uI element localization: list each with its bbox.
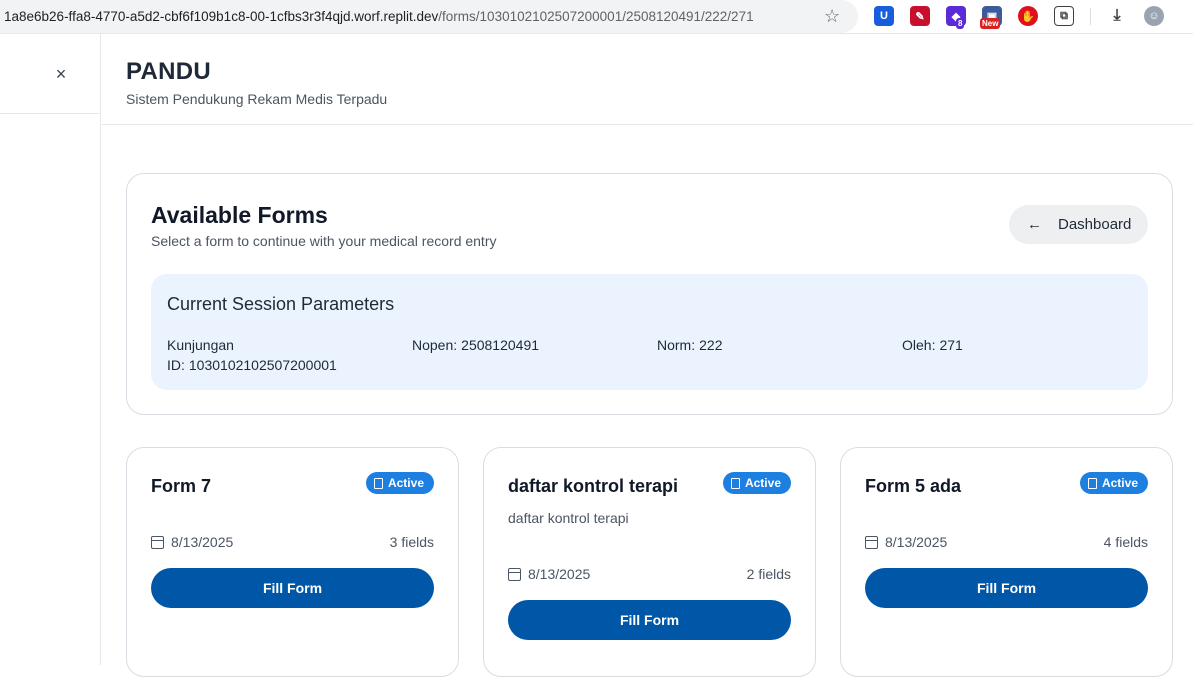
pen-extension-icon[interactable]: ✎ <box>910 6 930 26</box>
app-header: PANDU Sistem Pendukung Rekam Medis Terpa… <box>102 34 1193 125</box>
param-label: Norm: <box>657 337 696 353</box>
form-title: daftar kontrol terapi <box>508 476 679 496</box>
form-meta: 8/13/2025 4 fields <box>865 534 1148 550</box>
new-badge: New <box>980 18 1001 29</box>
param-label: Nopen: <box>412 337 458 353</box>
param-nopen: Nopen: 2508120491 <box>412 335 539 355</box>
profile-avatar[interactable]: ☺ <box>1144 6 1164 26</box>
dashboard-button[interactable]: ← Dashboard <box>1009 205 1148 244</box>
form-date: 8/13/2025 <box>865 534 947 550</box>
form-meta: 8/13/2025 3 fields <box>151 534 434 550</box>
document-icon <box>1087 477 1097 489</box>
url-text: 1a8e6b26-ffa8-4770-a5d2-cbf6f109b1c8-00-… <box>4 9 754 24</box>
field-count: 4 fields <box>1103 534 1148 550</box>
param-value: 271 <box>939 337 963 353</box>
page-subtitle: Select a form to continue with your medi… <box>151 233 497 249</box>
fill-form-button[interactable]: Fill Form <box>508 600 791 640</box>
param-kunjungan-id: Kunjungan ID: 1030102102507200001 <box>167 335 337 375</box>
app-subtitle: Sistem Pendukung Rekam Medis Terpadu <box>126 91 388 107</box>
download-icon[interactable]: ⤓ <box>1107 6 1127 26</box>
param-value: 2508120491 <box>461 337 540 353</box>
arrow-left-icon: ← <box>1027 216 1042 233</box>
calendar-icon <box>151 535 164 549</box>
param-norm: Norm: 222 <box>657 335 722 355</box>
calendar-icon <box>508 567 521 581</box>
form-card: Form 7 Active 8/13/2025 3 fields Fill Fo… <box>126 447 459 677</box>
address-bar[interactable]: 1a8e6b26-ffa8-4770-a5d2-cbf6f109b1c8-00-… <box>0 0 858 33</box>
param-oleh: Oleh: 271 <box>902 335 963 355</box>
bitwarden-extension-icon[interactable]: U <box>874 6 894 26</box>
status-badge: Active <box>1079 472 1148 494</box>
dashboard-button-label: Dashboard <box>1058 216 1132 233</box>
fill-form-button[interactable]: Fill Form <box>151 568 434 608</box>
sidebar: × <box>0 34 101 665</box>
status-badge: Active <box>365 472 434 494</box>
main-content: Available Forms Select a form to continu… <box>102 125 1193 677</box>
form-date: 8/13/2025 <box>151 534 233 550</box>
page-title: Available Forms <box>151 202 328 228</box>
toolbar-divider <box>1090 8 1091 25</box>
extensions-puzzle-icon[interactable]: ⧉ <box>1054 6 1074 26</box>
fill-form-button[interactable]: Fill Form <box>865 568 1148 608</box>
document-icon <box>373 477 383 489</box>
calendar-icon <box>865 535 878 549</box>
param-value: 1030102102507200001 <box>188 357 337 373</box>
close-icon[interactable]: × <box>52 65 70 83</box>
param-value: 222 <box>699 337 723 353</box>
extension-count-badge: 8 <box>956 18 965 29</box>
form-card: Form 5 ada Active 8/13/2025 4 fields Fil… <box>840 447 1173 677</box>
form-card: daftar kontrol terapi Active daftar kont… <box>483 447 816 677</box>
sidebar-header: × <box>0 34 100 114</box>
session-title: Current Session Parameters <box>167 294 395 314</box>
form-date: 8/13/2025 <box>508 566 590 582</box>
available-forms-panel: Available Forms Select a form to continu… <box>126 173 1173 415</box>
app-title: PANDU <box>126 58 212 85</box>
bookmark-star-icon[interactable]: ☆ <box>824 6 840 27</box>
form-meta: 8/13/2025 2 fields <box>508 566 791 582</box>
status-badge: Active <box>722 472 791 494</box>
form-title: Form 7 <box>151 476 212 496</box>
field-count: 3 fields <box>389 534 434 550</box>
form-title: Form 5 ada <box>865 476 962 496</box>
document-icon <box>730 477 740 489</box>
param-label: Oleh: <box>902 337 936 353</box>
form-description: daftar kontrol terapi <box>508 510 629 526</box>
browser-toolbar: 1a8e6b26-ffa8-4770-a5d2-cbf6f109b1c8-00-… <box>0 0 1193 34</box>
field-count: 2 fields <box>746 566 791 582</box>
session-parameters: Current Session Parameters Kunjungan ID:… <box>151 274 1148 390</box>
adblock-extension-icon[interactable]: ✋ <box>1018 6 1038 26</box>
